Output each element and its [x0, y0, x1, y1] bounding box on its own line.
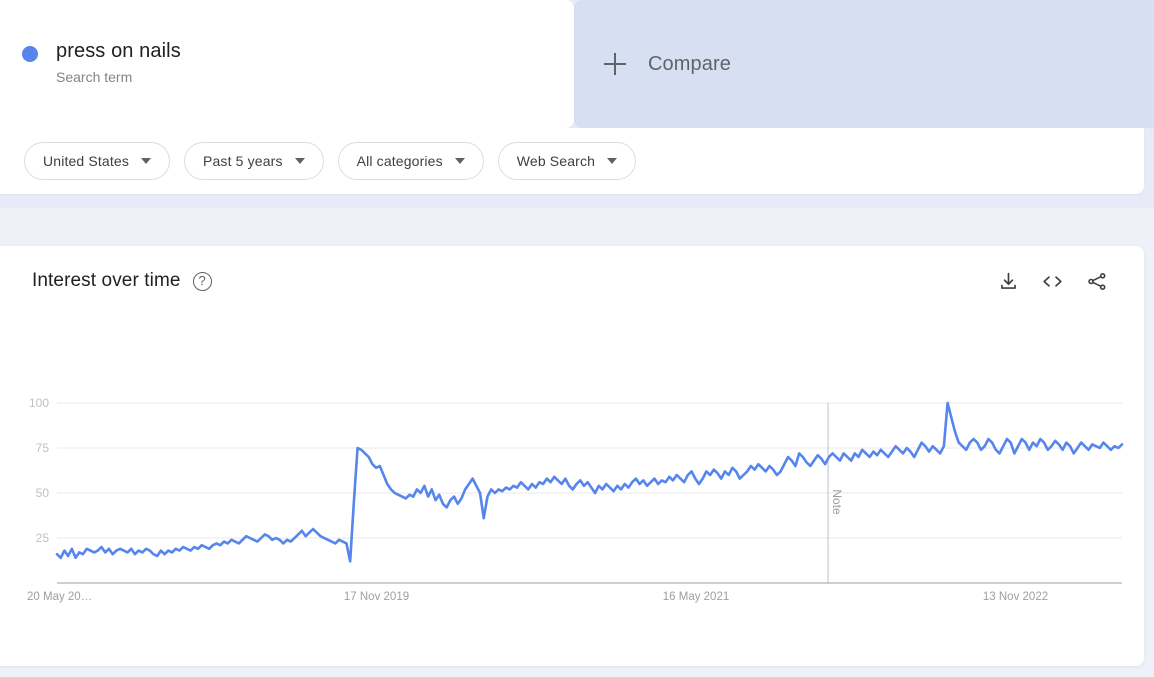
chevron-down-icon [141, 158, 151, 164]
chevron-down-icon [454, 158, 465, 164]
filter-strip: United States Past 5 years All categorie… [0, 128, 1154, 208]
plus-icon [604, 53, 626, 75]
y-axis-tick-label: 25 [36, 531, 50, 545]
download-icon[interactable] [998, 271, 1019, 292]
filter-location-label: United States [43, 153, 129, 169]
filter-category-label: All categories [356, 153, 443, 169]
chart-note-annotation: Note [827, 403, 844, 583]
help-circle-icon[interactable]: ? [192, 271, 212, 291]
chart-x-axis-labels: 20 May 20… 17 Nov 2019 16 May 2021 13 Nov 2… [27, 591, 1048, 603]
search-term-texts: press on nails Search term [56, 38, 181, 88]
chart-actions [998, 271, 1120, 292]
filter-bar: United States Past 5 years All categorie… [0, 128, 1144, 194]
chart-svg: 100 75 50 25 Note 20 May 20… 17 Nov 2019 16 M… [27, 396, 1124, 603]
y-axis-tick-label: 100 [29, 396, 49, 410]
chart-y-axis-labels: 100 75 50 25 [29, 396, 49, 545]
interest-over-time-chart[interactable]: 100 75 50 25 Note 20 May 20… 17 Nov 2019 16 M… [0, 316, 1144, 666]
search-term-card[interactable]: press on nails Search term [0, 0, 574, 128]
search-term-title: press on nails [56, 40, 181, 62]
compare-button[interactable]: Compare [574, 0, 1154, 128]
page-title: Interest over time [32, 270, 181, 291]
filter-category[interactable]: All categories [337, 142, 484, 180]
search-term-row: press on nails Search term Compare [0, 0, 1154, 128]
compare-label: Compare [648, 52, 731, 75]
embed-code-icon[interactable] [1041, 271, 1064, 292]
search-term-subtitle: Search term [56, 69, 133, 85]
chart-header: Interest over time ? [0, 246, 1144, 316]
search-term-content: press on nails Search term [22, 38, 181, 88]
y-axis-tick-label: 50 [36, 486, 50, 500]
chart-title-wrap: Interest over time ? [32, 270, 212, 292]
chevron-down-icon [294, 158, 305, 164]
x-axis-tick-label: 16 May 2021 [663, 591, 730, 603]
chart-gridlines [57, 402, 1122, 539]
filter-location[interactable]: United States [24, 142, 170, 180]
filter-search-type-label: Web Search [516, 153, 596, 169]
chevron-down-icon [607, 158, 618, 164]
y-axis-tick-label: 75 [36, 441, 50, 455]
share-icon[interactable] [1086, 271, 1108, 292]
x-axis-tick-label: 20 May 20… [27, 591, 92, 603]
interest-over-time-card: Interest over time ? 100 75 50 25 Note 2… [0, 246, 1144, 666]
filter-search-type[interactable]: Web Search [497, 142, 637, 180]
x-axis-tick-label: 13 Nov 2022 [983, 591, 1048, 603]
note-annotation-label[interactable]: Note [830, 489, 844, 515]
filter-time-range-label: Past 5 years [203, 153, 283, 169]
x-axis-tick-label: 17 Nov 2019 [344, 591, 409, 603]
series-color-dot [22, 46, 38, 62]
filter-time-range[interactable]: Past 5 years [184, 142, 324, 180]
compare-content: Compare [604, 53, 731, 76]
